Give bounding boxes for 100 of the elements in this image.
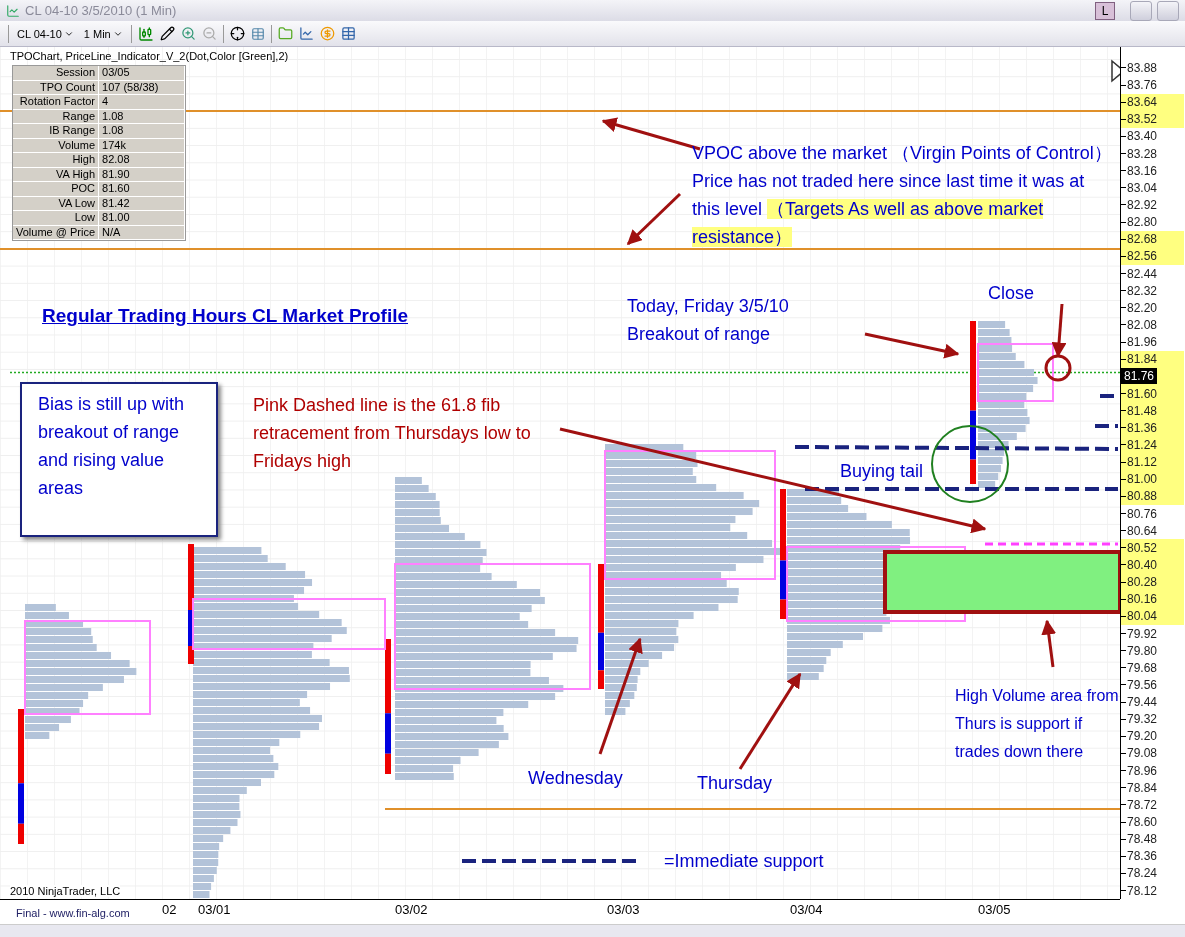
price-label: 81.00	[1127, 472, 1158, 487]
stat-label: Session	[13, 66, 100, 81]
price-label: 79.68	[1127, 660, 1158, 675]
stat-value: 81.00	[99, 211, 186, 226]
annotation-text: High Volume area from Thurs is support if trades down there	[955, 686, 1120, 763]
price-label: 83.64	[1127, 95, 1158, 110]
current-price-badge: 81.76	[1121, 368, 1158, 385]
stat-value: 81.60	[99, 182, 186, 197]
price-label: 81.36	[1127, 420, 1158, 435]
stat-label: Rotation Factor	[13, 95, 100, 110]
price-label: 83.40	[1127, 129, 1158, 144]
window-title: CL 04-10 3/5/2010 (1 Min)	[25, 3, 178, 19]
price-label: 80.64	[1127, 523, 1158, 538]
price-label: 82.68	[1127, 232, 1158, 247]
price-label: 83.28	[1127, 146, 1158, 161]
price-label: 83.52	[1127, 112, 1158, 127]
price-label: 80.04	[1127, 609, 1158, 624]
annotation-text: Buying tail	[840, 460, 924, 484]
price-label: 79.80	[1127, 643, 1158, 658]
price-label: 82.44	[1127, 266, 1158, 281]
stat-value: N/A	[99, 225, 186, 241]
price-label: 80.52	[1127, 540, 1158, 555]
price-label: 82.32	[1127, 283, 1158, 298]
stat-label: VA Low	[13, 196, 100, 212]
interval-dropdown[interactable]: 1 Min	[81, 27, 125, 40]
price-label: 78.24	[1127, 866, 1158, 881]
stat-label: POC	[13, 182, 100, 197]
price-label: 80.88	[1127, 489, 1158, 504]
price-label: 79.56	[1127, 677, 1158, 692]
crosshair-icon[interactable]	[229, 26, 245, 42]
price-label: 78.96	[1127, 763, 1158, 778]
window-icon[interactable]	[250, 26, 265, 41]
price-label: 79.92	[1127, 626, 1158, 641]
note-box: Bias is still up with breakout of range and rising value areas	[20, 382, 218, 538]
price-label: 78.48	[1127, 832, 1158, 847]
price-label: 78.84	[1127, 780, 1158, 795]
link-button[interactable]: L	[1095, 1, 1115, 20]
date-label: 03/05	[978, 902, 1011, 918]
stat-label: Volume	[13, 138, 100, 154]
chart-icon[interactable]	[298, 26, 314, 42]
copyright-text: 2010 NinjaTrader, LLC	[10, 885, 121, 898]
price-label: 83.76	[1127, 78, 1158, 92]
annotation-text: Today, Friday 3/5/10 Breakout of range	[627, 295, 790, 347]
price-label: 83.16	[1127, 163, 1158, 178]
price-label: 81.96	[1127, 335, 1158, 350]
stat-label: Range	[13, 109, 100, 125]
zoom-in-icon[interactable]	[180, 26, 196, 42]
instrument-dropdown[interactable]: CL 04-10	[15, 27, 76, 40]
stat-label: TPO Count	[13, 80, 100, 96]
annotation-text: =Immediate support	[664, 850, 824, 874]
price-label: 80.28	[1127, 575, 1158, 590]
end-icon[interactable]	[1111, 60, 1120, 83]
date-label: 03/04	[790, 902, 823, 918]
annotation-text: VPOC above the market （Virgin Points of Control） Price has not traded here since last time it was at this level （Targets As well as above market resistance）	[692, 142, 1112, 250]
indicator-label: TPOChart, PriceLine_Indicator_V_2(Dot,Color [Green],2)	[10, 50, 289, 64]
scrollbar[interactable]	[0, 924, 1185, 937]
price-label: 82.80	[1127, 215, 1158, 230]
price-label: 81.12	[1127, 455, 1158, 470]
arrow	[1051, 304, 1067, 358]
price-label: 81.60	[1127, 386, 1158, 401]
price-label: 82.20	[1127, 300, 1158, 315]
price-label: 81.84	[1127, 352, 1158, 367]
zoom-out-icon[interactable]	[201, 26, 217, 42]
price-label: 80.40	[1127, 557, 1158, 572]
date-label: 03/02	[395, 902, 428, 918]
stat-label: VA High	[13, 167, 100, 183]
price-label: 82.92	[1127, 198, 1158, 212]
price-label: 81.48	[1127, 403, 1158, 418]
stat-label: High	[13, 153, 100, 168]
annotation-text: Close	[988, 282, 1035, 306]
annotation-text: Thursday	[697, 772, 773, 796]
chart-title: Regular Trading Hours CL Market Profile	[42, 304, 408, 329]
chart-icon	[6, 3, 20, 18]
coin-icon[interactable]	[319, 26, 335, 42]
price-label: 78.72	[1127, 797, 1158, 812]
stat-value: 81.42	[99, 196, 186, 212]
price-label: 78.12	[1127, 883, 1158, 898]
close-circle	[1044, 354, 1072, 382]
pencil-icon[interactable]	[159, 26, 175, 42]
price-label: 79.32	[1127, 712, 1158, 727]
price-label: 79.20	[1127, 729, 1158, 744]
candlestick-icon[interactable]	[137, 25, 154, 42]
stat-value: 4	[99, 95, 186, 110]
stat-value: 174k	[99, 138, 186, 154]
stat-label: Low	[13, 211, 100, 226]
folder-icon[interactable]	[277, 26, 293, 42]
support-line	[1095, 424, 1118, 429]
footer-text: Final - www.fin-alg.com	[16, 907, 130, 920]
date-label: 02	[162, 902, 177, 918]
stat-value: 81.90	[99, 167, 186, 183]
stat-label: IB Range	[13, 124, 100, 139]
annotation-text: Pink Dashed line is the 61.8 fib retracement from Thursdays low to Fridays high	[253, 394, 532, 474]
maximize-button[interactable]	[1157, 0, 1179, 21]
arrow	[626, 193, 682, 246]
stat-value: 1.08	[99, 124, 186, 139]
price-label: 81.24	[1127, 437, 1158, 452]
price-label: 83.04	[1127, 180, 1158, 195]
table-icon[interactable]	[340, 26, 356, 42]
price-label: 82.56	[1127, 249, 1158, 264]
minimize-button[interactable]	[1130, 0, 1152, 21]
